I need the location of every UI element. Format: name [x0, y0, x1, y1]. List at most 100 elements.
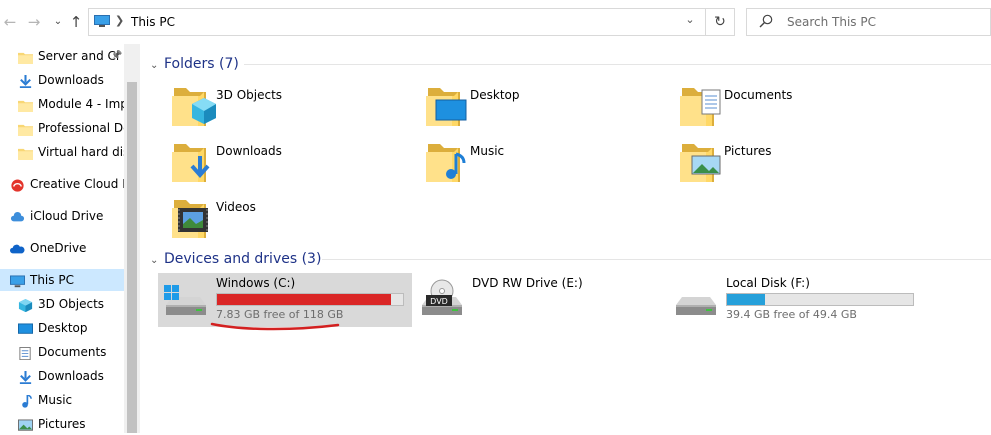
red-underline-annotation	[210, 322, 340, 331]
pictures-icon	[18, 417, 33, 431]
address-toolbar: ← → ⌄ ↑ ❯ This PC ⌄ ↻	[0, 0, 991, 44]
sidebar-item[interactable]: Creative Cloud Fil	[0, 173, 124, 195]
cube-icon	[18, 297, 33, 312]
search-icon	[759, 14, 773, 28]
group-divider	[244, 64, 991, 65]
sidebar-item-label: Server and Cl	[38, 49, 120, 63]
creative-cloud-icon	[10, 177, 25, 192]
address-dropdown-icon[interactable]: ⌄	[682, 13, 698, 31]
3d-objects-folder-icon	[170, 82, 216, 130]
collapse-chevron-icon[interactable]: ⌄	[150, 251, 164, 271]
folder-tile[interactable]: Desktop	[424, 82, 654, 134]
sidebar-item[interactable]: Virtual hard disk	[0, 141, 124, 163]
drive-name: Local Disk (F:)	[726, 276, 810, 290]
sidebar-item-label: Downloads	[38, 369, 104, 383]
sidebar-item[interactable]: Documents	[0, 341, 124, 363]
sidebar-scrollbar[interactable]	[124, 44, 140, 433]
search-input[interactable]	[787, 14, 982, 30]
folder-tile[interactable]: Pictures	[678, 138, 908, 190]
navigation-pane: Server and Cl 📌 Downloads Module 4 - Impl Pr…	[0, 44, 140, 433]
sidebar-item-label: Module 4 - Impl	[38, 97, 124, 111]
sidebar-item[interactable]: Music	[0, 389, 124, 411]
breadcrumb-this-pc[interactable]: This PC	[131, 15, 175, 29]
sidebar-item[interactable]: Professional Dev	[0, 117, 124, 139]
folders-group-header[interactable]: ⌄ Folders (7)	[150, 54, 239, 74]
drive-usage-fill	[727, 294, 765, 305]
folder-tile[interactable]: Downloads	[170, 138, 400, 190]
folder-name: Documents	[724, 88, 793, 102]
devices-group-header[interactable]: ⌄ Devices and drives (3)	[150, 249, 321, 269]
sidebar-item-label: This PC	[30, 273, 74, 287]
folder-name: Videos	[216, 200, 256, 214]
back-arrow-icon[interactable]: ←	[2, 12, 18, 32]
download-arrow-icon	[18, 73, 33, 88]
folder-name: Downloads	[216, 144, 282, 158]
folder-name: Desktop	[470, 88, 520, 102]
drive-usage-fill	[217, 294, 391, 305]
scrollbar-thumb[interactable]	[127, 82, 137, 433]
onedrive-icon	[10, 241, 25, 255]
drive-usage-bar	[726, 293, 914, 306]
sidebar-item-label: Desktop	[38, 321, 88, 335]
folder-name: Pictures	[724, 144, 772, 158]
documents-icon	[18, 345, 33, 360]
sidebar-item[interactable]: OneDrive	[0, 237, 124, 259]
folder-name: 3D Objects	[216, 88, 283, 102]
sidebar-item-label: Virtual hard disk	[38, 145, 124, 159]
chevron-down-icon[interactable]: ⌄	[50, 12, 66, 32]
sidebar-item-label: Music	[38, 393, 73, 407]
sidebar-item[interactable]: Desktop	[0, 317, 124, 339]
sidebar-item-label: Documents	[38, 345, 107, 359]
sidebar-item-label: Downloads	[38, 73, 104, 87]
folder-icon	[18, 97, 33, 111]
pin-icon: 📌	[111, 51, 123, 61]
up-arrow-icon[interactable]: ↑	[68, 12, 84, 32]
refresh-icon[interactable]: ↻	[705, 8, 735, 36]
drive-tile[interactable]: DVD DVD RW Drive (E:)	[414, 273, 668, 327]
folder-tile[interactable]: 3D Objects	[170, 82, 400, 134]
address-bar[interactable]: ❯ This PC ⌄	[88, 8, 735, 36]
breadcrumb-separator-icon: ❯	[115, 14, 125, 27]
svg-text:DVD: DVD	[430, 297, 448, 306]
sidebar-item[interactable]: Downloads	[0, 69, 124, 91]
music-note-icon	[18, 393, 33, 408]
sidebar-item[interactable]: Server and Cl 📌	[0, 45, 124, 67]
folder-tile[interactable]: Videos	[170, 194, 400, 246]
videos-folder-icon	[170, 194, 208, 242]
drive-free-space: 39.4 GB free of 49.4 GB	[726, 308, 857, 321]
group-divider	[322, 259, 991, 260]
desktop-folder-icon	[424, 82, 467, 130]
content-area: ⌄ Folders (7) 3D Objects Desktop Documents D…	[140, 44, 991, 433]
drive-tile[interactable]: Local Disk (F:) 39.4 GB free of 49.4 GB	[668, 273, 922, 327]
download-arrow-icon	[18, 369, 33, 384]
windows-drive-icon	[164, 285, 208, 323]
sidebar-item-label: iCloud Drive	[30, 209, 104, 223]
music-folder-icon	[424, 138, 466, 186]
sidebar-item-label: OneDrive	[30, 241, 87, 255]
sidebar-item[interactable]: 3D Objects	[0, 293, 124, 315]
sidebar-item[interactable]: This PC	[0, 269, 124, 291]
sidebar-item[interactable]: Downloads	[0, 365, 124, 387]
devices-heading: Devices and drives (3)	[164, 251, 322, 267]
folder-tile[interactable]: Music	[424, 138, 654, 190]
folder-icon	[18, 121, 33, 135]
desktop-icon	[18, 321, 33, 335]
drive-name: DVD RW Drive (E:)	[472, 276, 583, 290]
folder-tile[interactable]: Documents	[678, 82, 908, 134]
sidebar-item-label: Pictures	[38, 417, 86, 431]
folders-heading: Folders (7)	[164, 56, 239, 72]
collapse-chevron-icon[interactable]: ⌄	[150, 56, 164, 76]
hard-drive-icon	[674, 279, 718, 323]
sidebar-item-label: Professional Dev	[38, 121, 124, 135]
folder-icon	[18, 49, 33, 63]
dvd-drive-icon: DVD	[420, 279, 464, 323]
forward-arrow-icon[interactable]: →	[26, 12, 42, 32]
sidebar-item[interactable]: iCloud Drive	[0, 205, 124, 227]
sidebar-item[interactable]: Module 4 - Impl	[0, 93, 124, 115]
drive-usage-bar	[216, 293, 404, 306]
search-box[interactable]	[746, 8, 991, 36]
sidebar-item-label: Creative Cloud Fil	[30, 177, 124, 191]
icloud-icon	[10, 209, 25, 223]
sidebar-item[interactable]: Pictures	[0, 413, 124, 435]
pictures-folder-icon	[678, 138, 721, 186]
